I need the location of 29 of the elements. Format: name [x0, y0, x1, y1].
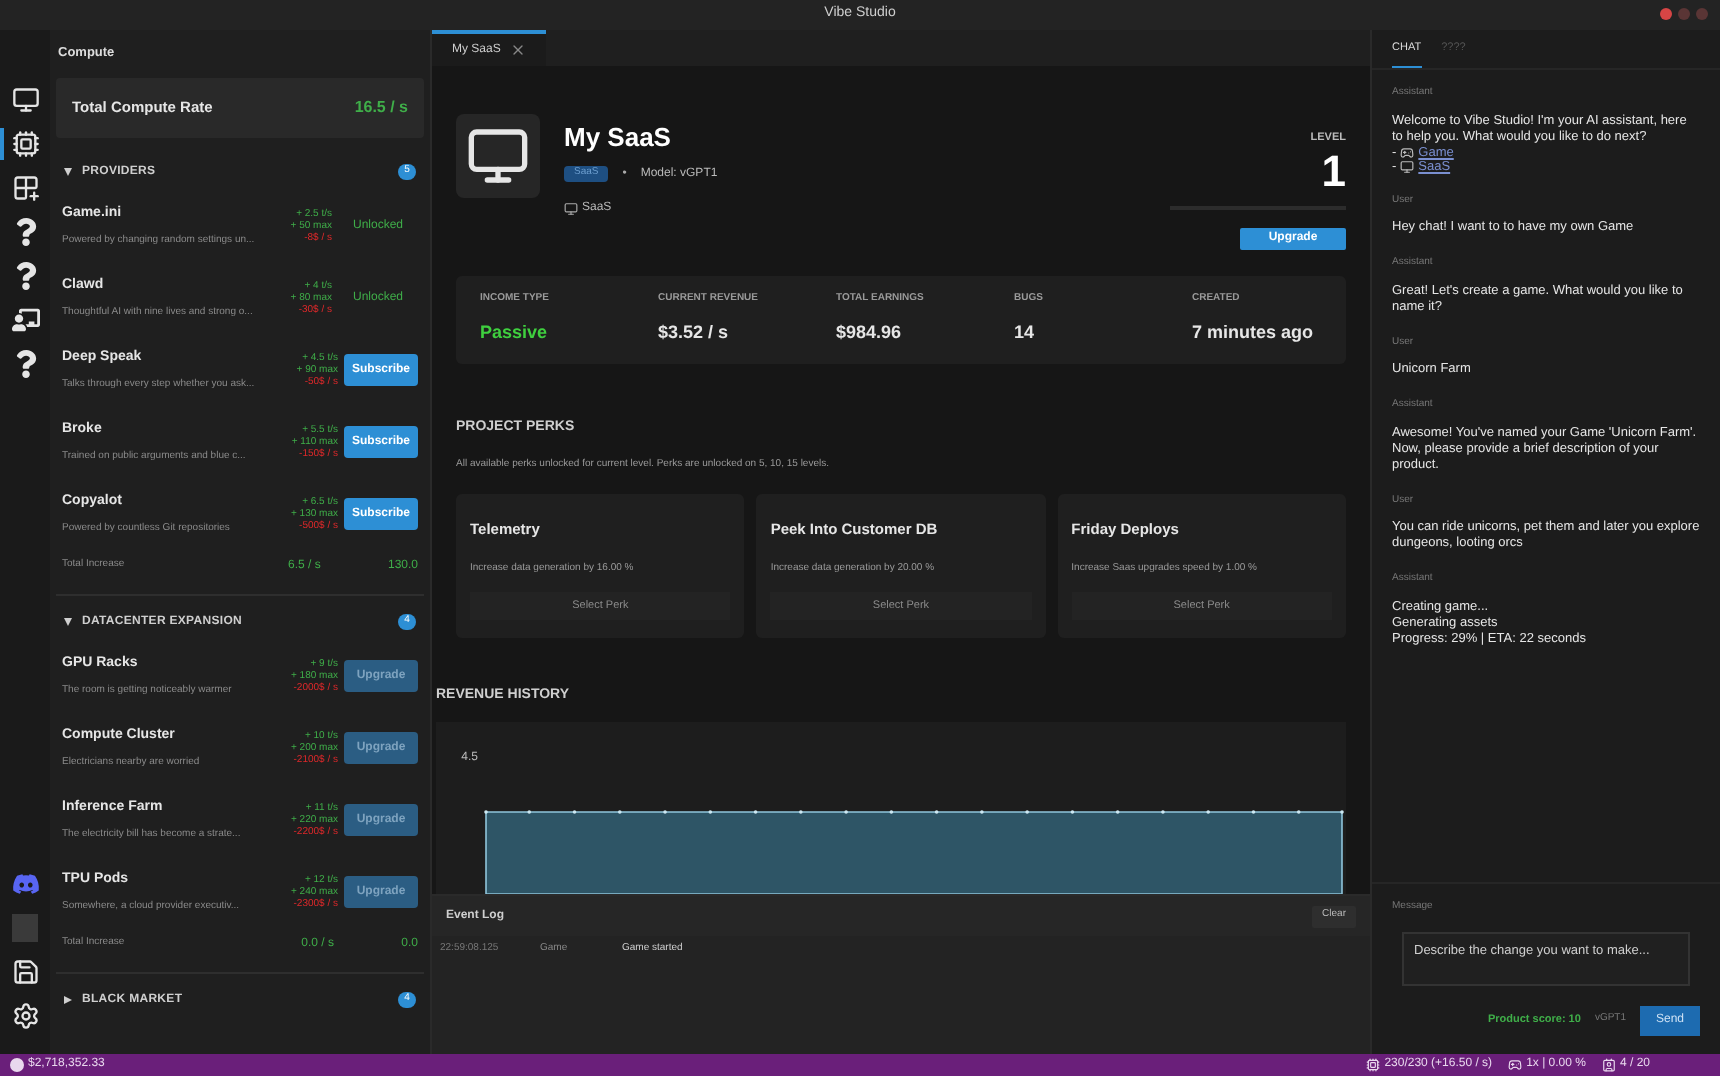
save-icon[interactable]	[11, 958, 39, 986]
question-icon[interactable]	[11, 262, 39, 290]
id-card-icon	[1601, 1058, 1616, 1072]
monitor-icon[interactable]	[11, 86, 39, 114]
chip-icon	[1366, 1058, 1381, 1072]
collapse-caret-icon[interactable]	[64, 168, 72, 176]
settings-icon[interactable]	[11, 1002, 39, 1030]
coin-icon	[10, 1058, 24, 1072]
collapse-caret-icon[interactable]	[64, 618, 72, 626]
monitor-icon	[1400, 159, 1415, 173]
question-icon[interactable]	[11, 218, 39, 246]
monitor-icon	[564, 201, 578, 215]
stat-value: $984.96	[836, 320, 904, 347]
total-rate-value: 16.5 / s	[354, 96, 408, 120]
chip-icon[interactable]	[11, 130, 39, 158]
person-desk-icon[interactable]	[11, 306, 39, 334]
project-title: My SaaS	[564, 120, 673, 156]
stat-value: Passive	[480, 320, 550, 347]
stat-value: 14	[1014, 320, 1037, 347]
stat-value: $3.52 / s	[658, 320, 731, 347]
close-icon[interactable]	[510, 42, 527, 58]
gamepad-icon	[1508, 1058, 1523, 1072]
question-icon[interactable]	[11, 350, 39, 378]
gamepad-icon	[1400, 145, 1415, 159]
controller-logo-icon[interactable]	[11, 870, 39, 898]
stat-value: 7 minutes ago	[1192, 320, 1316, 347]
level-number: 1	[1321, 146, 1346, 199]
grid-plus-icon[interactable]	[11, 174, 39, 202]
expand-caret-icon[interactable]	[64, 996, 72, 1004]
